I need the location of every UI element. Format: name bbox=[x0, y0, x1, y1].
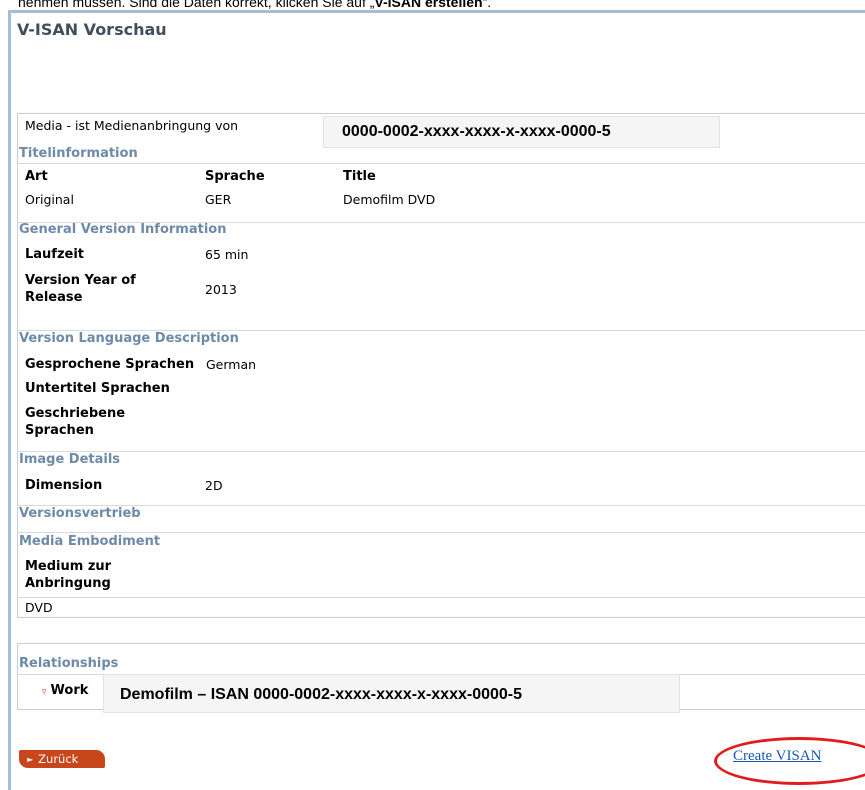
laufzeit-value: 65 min bbox=[205, 247, 249, 262]
laufzeit-label: Laufzeit bbox=[25, 247, 85, 262]
create-visan-link[interactable]: Create VISAN bbox=[733, 748, 821, 765]
page-title: V-ISAN Vorschau bbox=[17, 20, 167, 39]
instruction-bold: V-ISAN erstellen bbox=[374, 0, 483, 10]
isan-callout: 0000-0002-xxxx-xxxx-x-xxxx-0000-5 bbox=[323, 116, 720, 148]
cell-title: Demofilm DVD bbox=[343, 192, 436, 207]
instruction-suffix: “. bbox=[482, 0, 492, 10]
divider bbox=[17, 597, 865, 598]
back-button-label: Zurück bbox=[38, 752, 79, 766]
written-languages-label-line2: Sprachen bbox=[25, 423, 94, 438]
section-version-language: Version Language Description bbox=[19, 331, 239, 346]
section-image-details: Image Details bbox=[19, 452, 121, 467]
work-callout: Demofilm – ISAN 0000-0002-xxxx-xxxx-x-xx… bbox=[103, 674, 680, 713]
year-label-line2: Release bbox=[25, 290, 83, 305]
instruction-text: nehmen müssen. Sind die Daten korrekt, k… bbox=[18, 0, 865, 10]
section-versionsvertrieb: Versionsvertrieb bbox=[19, 506, 141, 521]
work-toggle[interactable]: ▿ Work bbox=[42, 682, 88, 701]
spoken-languages-value: German bbox=[206, 357, 257, 372]
section-relationships: Relationships bbox=[19, 656, 119, 671]
expand-arrow-icon: ▿ bbox=[42, 687, 47, 697]
instruction-prefix: nehmen müssen. Sind die Daten korrekt, k… bbox=[18, 0, 375, 10]
work-label: Work bbox=[50, 683, 89, 698]
medium-value: DVD bbox=[25, 600, 53, 615]
back-button[interactable]: ► Zurück bbox=[19, 750, 105, 768]
section-titelinformation: Titelinformation bbox=[19, 146, 138, 161]
section-general-version: General Version Information bbox=[19, 222, 227, 237]
cell-sprache: GER bbox=[205, 192, 232, 207]
year-value: 2013 bbox=[205, 282, 237, 297]
divider bbox=[17, 532, 865, 533]
divider bbox=[17, 505, 865, 506]
header-sprache: Sprache bbox=[205, 169, 265, 184]
medium-label-line2: Anbringung bbox=[25, 576, 111, 591]
play-arrow-icon: ► bbox=[27, 755, 34, 764]
written-languages-label-line1: Geschriebene bbox=[25, 406, 126, 421]
dimension-value: 2D bbox=[205, 478, 223, 493]
cell-art: Original bbox=[25, 192, 74, 207]
divider bbox=[17, 163, 865, 164]
media-label: Media - ist Medienanbringung von bbox=[25, 118, 239, 133]
medium-label-line1: Medium zur bbox=[25, 559, 112, 574]
spoken-languages-label: Gesprochene Sprachen bbox=[25, 357, 195, 372]
dimension-label: Dimension bbox=[25, 478, 103, 493]
divider bbox=[17, 451, 865, 452]
subtitle-languages-label: Untertitel Sprachen bbox=[25, 381, 170, 396]
year-label-line1: Version Year of bbox=[25, 273, 136, 288]
header-title: Title bbox=[343, 169, 376, 184]
section-media-embodiment: Media Embodiment bbox=[19, 534, 161, 549]
header-art: Art bbox=[25, 169, 48, 184]
